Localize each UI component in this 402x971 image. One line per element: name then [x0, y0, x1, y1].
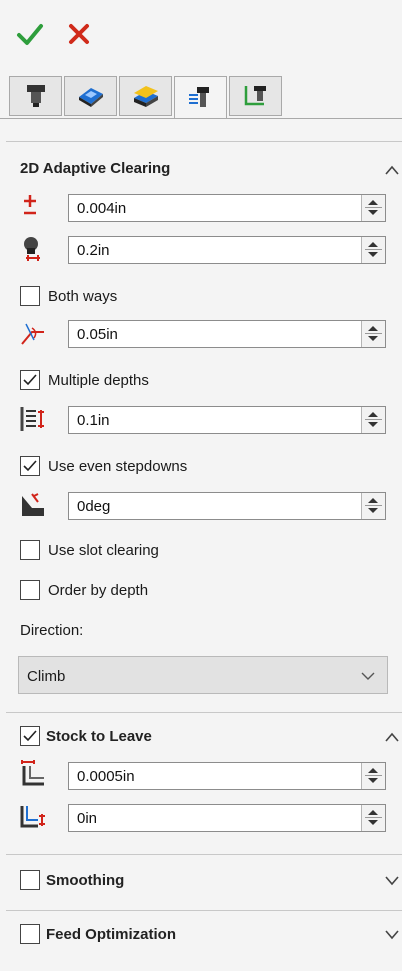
- chevron-down-icon: [361, 672, 375, 680]
- order-by-depth-checkbox[interactable]: [20, 580, 40, 600]
- both-ways-label[interactable]: Both ways: [48, 288, 117, 305]
- wall-taper-value: 0deg: [77, 498, 111, 515]
- tab-heights[interactable]: [119, 76, 172, 116]
- checkmark-icon: [23, 730, 37, 742]
- max-stepdown-spinner[interactable]: [361, 407, 385, 433]
- green-check-icon[interactable]: [16, 20, 44, 48]
- multiple-depths-label[interactable]: Multiple depths: [48, 372, 149, 389]
- smoothing-checkbox[interactable]: [20, 870, 40, 890]
- geometry-icon: [78, 88, 103, 107]
- tolerance-icon: [24, 195, 36, 215]
- chevron-up-icon[interactable]: [384, 164, 400, 176]
- tab-linking[interactable]: [229, 76, 282, 116]
- direction-value: Climb: [27, 668, 66, 685]
- direction-select[interactable]: Climb: [18, 656, 388, 694]
- min-cutting-radius-icon: [21, 323, 44, 345]
- axial-stock-value: 0in: [77, 810, 98, 827]
- smoothing-title[interactable]: Smoothing: [46, 872, 124, 889]
- tab-divider: [0, 118, 402, 119]
- wall-taper-field[interactable]: 0deg: [68, 492, 386, 520]
- radial-stock-icon: [21, 760, 44, 786]
- tab-geometry[interactable]: [64, 76, 117, 116]
- multiple-depths-checkbox[interactable]: [20, 370, 40, 390]
- section-divider: [6, 854, 402, 855]
- checkmark-icon: [23, 460, 37, 472]
- tab-passes[interactable]: [174, 76, 227, 119]
- checkmark-icon: [23, 374, 37, 386]
- tolerance-value: 0.004in: [77, 200, 127, 217]
- heights-icon: [133, 86, 158, 107]
- wall-taper-icon: [22, 493, 44, 516]
- optimal-load-icon: [24, 237, 40, 261]
- min-cutting-radius-value: 0.05in: [77, 326, 118, 343]
- axial-stock-field[interactable]: 0in: [68, 804, 386, 832]
- radial-stock-field[interactable]: 0.0005in: [68, 762, 386, 790]
- use-slot-clearing-label[interactable]: Use slot clearing: [48, 542, 159, 559]
- max-stepdown-icon: [20, 407, 44, 431]
- max-stepdown-value: 0.1in: [77, 412, 110, 429]
- use-even-stepdowns-checkbox[interactable]: [20, 456, 40, 476]
- tolerance-spinner[interactable]: [361, 195, 385, 221]
- command-bar: [0, 0, 402, 66]
- chevron-up-icon[interactable]: [384, 731, 400, 743]
- axial-stock-icon: [20, 806, 45, 828]
- use-slot-clearing-checkbox[interactable]: [20, 540, 40, 560]
- wall-taper-spinner[interactable]: [361, 493, 385, 519]
- section-divider: [6, 141, 402, 142]
- section-divider: [6, 712, 402, 713]
- radial-stock-spinner[interactable]: [361, 763, 385, 789]
- red-x-icon[interactable]: [66, 20, 92, 48]
- order-by-depth-label[interactable]: Order by depth: [48, 582, 148, 599]
- chevron-down-icon[interactable]: [384, 928, 400, 940]
- feed-optimization-title[interactable]: Feed Optimization: [46, 926, 176, 943]
- optimal-load-field[interactable]: 0.2in: [68, 236, 386, 264]
- stock-to-leave-title[interactable]: Stock to Leave: [46, 728, 152, 745]
- linking-icon: [244, 86, 266, 106]
- section-title-adaptive[interactable]: 2D Adaptive Clearing: [20, 160, 170, 177]
- optimal-load-value: 0.2in: [77, 242, 110, 259]
- tolerance-field[interactable]: 0.004in: [68, 194, 386, 222]
- optimal-load-spinner[interactable]: [361, 237, 385, 263]
- chevron-down-icon[interactable]: [384, 874, 400, 886]
- section-divider: [6, 910, 402, 911]
- radial-stock-value: 0.0005in: [77, 768, 135, 785]
- use-even-stepdowns-label[interactable]: Use even stepdowns: [48, 458, 187, 475]
- direction-label: Direction:: [20, 622, 84, 639]
- tab-strip: [9, 76, 331, 119]
- stock-to-leave-checkbox[interactable]: [20, 726, 40, 746]
- min-cutting-radius-field[interactable]: 0.05in: [68, 320, 386, 348]
- passes-icon: [188, 86, 209, 107]
- tab-tool[interactable]: [9, 76, 62, 116]
- min-cutting-radius-spinner[interactable]: [361, 321, 385, 347]
- axial-stock-spinner[interactable]: [361, 805, 385, 831]
- both-ways-checkbox[interactable]: [20, 286, 40, 306]
- tool-icon: [26, 85, 45, 107]
- max-stepdown-field[interactable]: 0.1in: [68, 406, 386, 434]
- feed-optimization-checkbox[interactable]: [20, 924, 40, 944]
